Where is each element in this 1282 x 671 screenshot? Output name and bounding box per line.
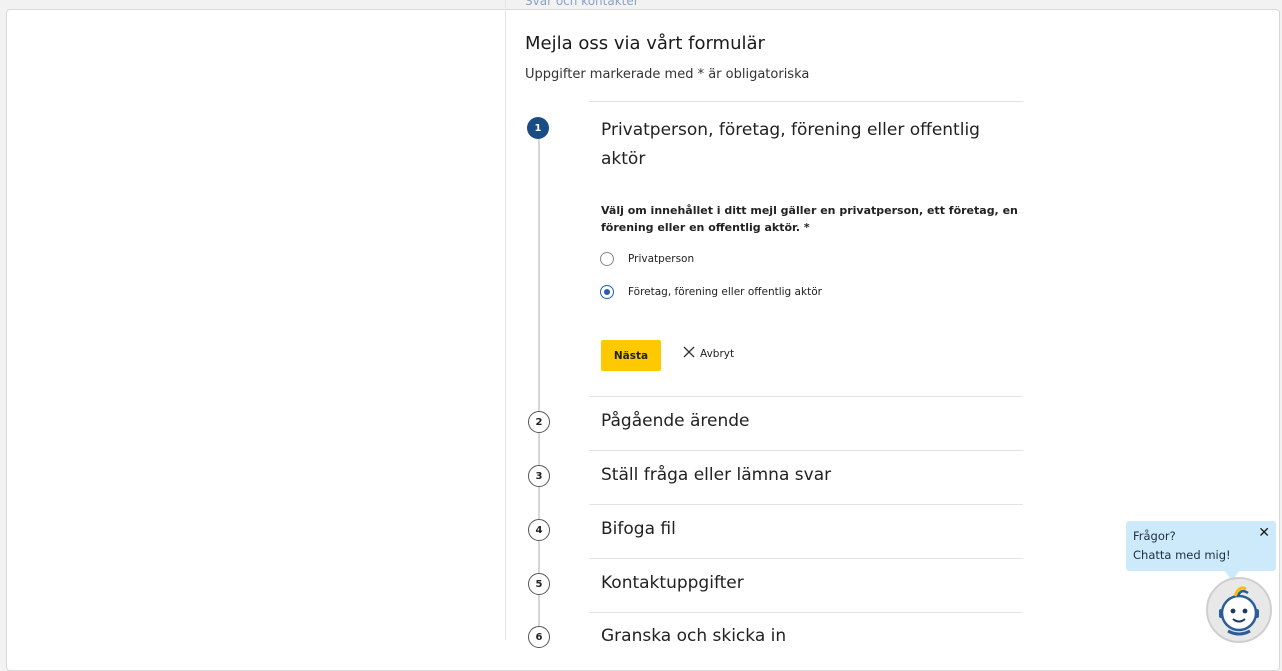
radio-button[interactable] — [600, 252, 614, 266]
radio-button-checked[interactable] — [600, 285, 614, 299]
divider — [589, 101, 1023, 102]
step-3-indicator: 3 — [528, 465, 550, 487]
step-2-title[interactable]: Pågående ärende — [601, 411, 750, 431]
step-6-indicator: 6 — [528, 626, 550, 648]
content-column — [505, 0, 1026, 640]
radio-company[interactable]: Företag, förening eller offentlig aktör — [600, 285, 822, 299]
cancel-button[interactable]: Avbryt — [682, 345, 734, 362]
step-4-title[interactable]: Bifoga fil — [601, 519, 676, 539]
step-6-title[interactable]: Granska och skicka in — [601, 626, 786, 646]
stepper-line — [538, 128, 540, 628]
divider — [589, 558, 1023, 559]
divider — [589, 504, 1023, 505]
close-icon[interactable]: ✕ — [1258, 524, 1270, 543]
step-5-indicator: 5 — [528, 573, 550, 595]
form-title: Mejla oss via vårt formulär — [525, 33, 765, 54]
cancel-label: Avbryt — [700, 347, 735, 360]
step-4-indicator: 4 — [528, 519, 550, 541]
divider — [589, 450, 1023, 451]
chatbot-avatar-icon[interactable] — [1206, 577, 1272, 643]
step-5-title[interactable]: Kontaktuppgifter — [601, 573, 744, 593]
divider — [589, 396, 1023, 397]
chat-prompt-bubble[interactable]: Frågor? Chatta med mig! ✕ — [1126, 521, 1276, 581]
form-subtitle: Uppgifter markerade med * är obligatoris… — [525, 67, 810, 82]
divider — [589, 612, 1023, 613]
chat-prompt-line2: Chatta med mig! — [1133, 548, 1231, 562]
step-1-title[interactable]: Privatperson, företag, förening eller of… — [601, 116, 1001, 174]
radio-private-person[interactable]: Privatperson — [600, 252, 694, 266]
customer-type-question: Välj om innehållet i ditt mejl gäller en… — [601, 204, 1018, 234]
radio-label: Företag, förening eller offentlig aktör — [628, 286, 822, 298]
next-button[interactable]: Nästa — [601, 340, 661, 371]
chat-prompt-line1: Frågor? — [1133, 529, 1176, 543]
close-icon — [682, 345, 696, 362]
radio-label: Privatperson — [628, 253, 695, 265]
step-2-indicator: 2 — [528, 411, 550, 433]
contact-link[interactable]: Svar och kontakter — [525, 0, 639, 8]
step-1-indicator: 1 — [527, 117, 549, 139]
step-3-title[interactable]: Ställ fråga eller lämna svar — [601, 465, 831, 485]
